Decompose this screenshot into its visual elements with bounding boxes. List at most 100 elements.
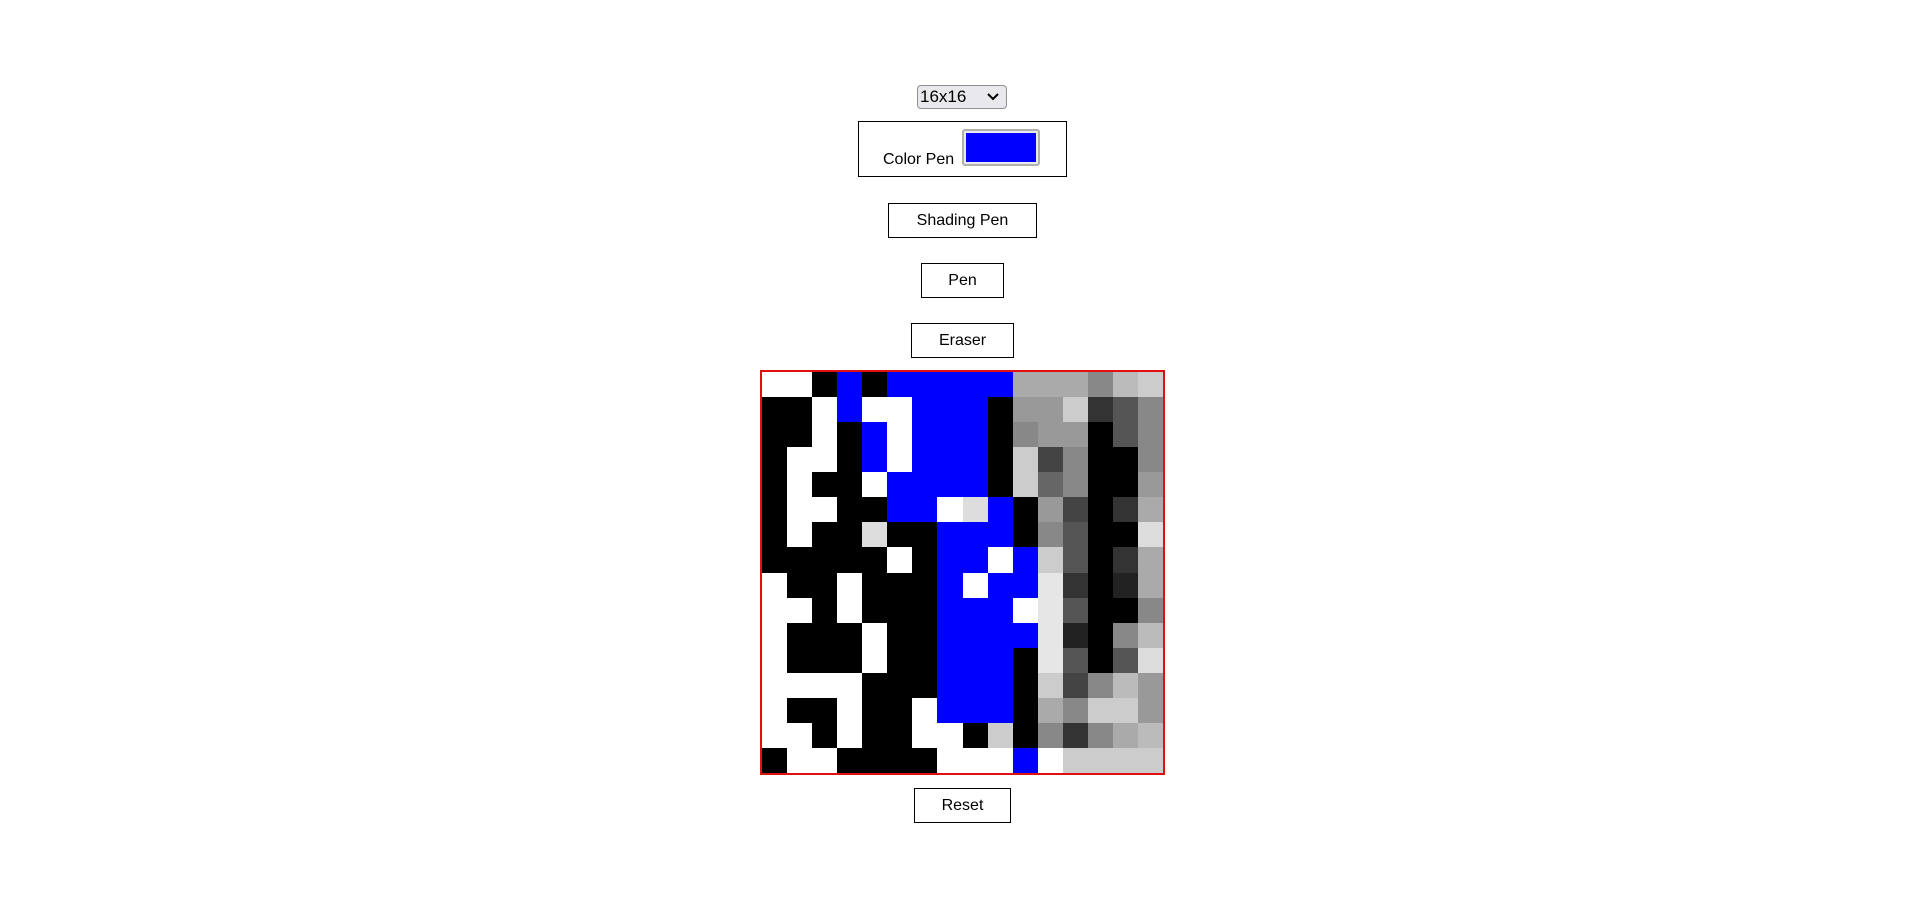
grid-cell[interactable] (812, 622, 838, 648)
grid-cell[interactable] (1037, 622, 1063, 648)
grid-cell[interactable] (1012, 572, 1038, 598)
grid-cell[interactable] (962, 622, 988, 648)
grid-cell[interactable] (1087, 522, 1113, 548)
grid-cell[interactable] (887, 472, 913, 498)
grid-cell[interactable] (762, 447, 788, 473)
grid-cell[interactable] (1012, 397, 1038, 423)
grid-cell[interactable] (862, 647, 888, 673)
grid-cell[interactable] (812, 722, 838, 748)
grid-cell[interactable] (1012, 647, 1038, 673)
grid-cell[interactable] (937, 472, 963, 498)
grid-cell[interactable] (937, 747, 963, 773)
grid-cell[interactable] (912, 647, 938, 673)
grid-cell[interactable] (1137, 722, 1163, 748)
grid-cell[interactable] (1087, 447, 1113, 473)
grid-cell[interactable] (837, 422, 863, 448)
grid-cell[interactable] (937, 697, 963, 723)
grid-cell[interactable] (1037, 447, 1063, 473)
grid-cell[interactable] (937, 372, 963, 398)
grid-cell[interactable] (787, 722, 813, 748)
grid-cell[interactable] (762, 647, 788, 673)
grid-cell[interactable] (812, 747, 838, 773)
grid-cell[interactable] (1137, 497, 1163, 523)
grid-cell[interactable] (1137, 472, 1163, 498)
grid-cell[interactable] (787, 522, 813, 548)
grid-cell[interactable] (937, 447, 963, 473)
grid-cell[interactable] (937, 422, 963, 448)
grid-cell[interactable] (1087, 697, 1113, 723)
grid-cell[interactable] (1137, 422, 1163, 448)
grid-cell[interactable] (862, 372, 888, 398)
grid-cell[interactable] (1062, 672, 1088, 698)
grid-cell[interactable] (1037, 497, 1063, 523)
grid-cell[interactable] (762, 622, 788, 648)
grid-cell[interactable] (1087, 572, 1113, 598)
grid-cell[interactable] (787, 397, 813, 423)
grid-cell[interactable] (1037, 697, 1063, 723)
grid-cell[interactable] (937, 622, 963, 648)
grid-cell[interactable] (987, 397, 1013, 423)
grid-cell[interactable] (762, 722, 788, 748)
grid-cell[interactable] (1037, 372, 1063, 398)
grid-cell[interactable] (812, 647, 838, 673)
grid-cell[interactable] (887, 697, 913, 723)
grid-cell[interactable] (887, 622, 913, 648)
grid-cell[interactable] (1037, 547, 1063, 573)
grid-cell[interactable] (812, 697, 838, 723)
grid-cell[interactable] (1087, 547, 1113, 573)
grid-cell[interactable] (887, 497, 913, 523)
grid-cell[interactable] (837, 672, 863, 698)
grid-cell[interactable] (1137, 447, 1163, 473)
grid-cell[interactable] (1062, 747, 1088, 773)
grid-cell[interactable] (1112, 672, 1138, 698)
grid-cell[interactable] (787, 672, 813, 698)
grid-cell[interactable] (1062, 447, 1088, 473)
grid-cell[interactable] (912, 747, 938, 773)
grid-cell[interactable] (1037, 422, 1063, 448)
grid-cell[interactable] (1062, 397, 1088, 423)
grid-cell[interactable] (862, 547, 888, 573)
grid-cell[interactable] (912, 422, 938, 448)
grid-cell[interactable] (787, 597, 813, 623)
grid-cell[interactable] (1137, 697, 1163, 723)
grid-cell[interactable] (962, 747, 988, 773)
grid-cell[interactable] (1037, 647, 1063, 673)
grid-cell[interactable] (837, 722, 863, 748)
grid-cell[interactable] (1137, 522, 1163, 548)
grid-cell[interactable] (887, 747, 913, 773)
grid-cell[interactable] (912, 672, 938, 698)
grid-cell[interactable] (1012, 747, 1038, 773)
grid-size-select[interactable]: 16x16 (917, 85, 1007, 109)
grid-cell[interactable] (937, 647, 963, 673)
grid-cell[interactable] (837, 522, 863, 548)
grid-cell[interactable] (862, 447, 888, 473)
grid-cell[interactable] (912, 397, 938, 423)
grid-cell[interactable] (937, 547, 963, 573)
grid-cell[interactable] (862, 472, 888, 498)
grid-cell[interactable] (937, 522, 963, 548)
grid-cell[interactable] (812, 397, 838, 423)
grid-cell[interactable] (1037, 672, 1063, 698)
grid-cell[interactable] (862, 497, 888, 523)
grid-cell[interactable] (1112, 497, 1138, 523)
grid-cell[interactable] (987, 572, 1013, 598)
grid-cell[interactable] (1012, 372, 1038, 398)
grid-cell[interactable] (837, 597, 863, 623)
grid-cell[interactable] (1087, 372, 1113, 398)
grid-cell[interactable] (1137, 647, 1163, 673)
color-pen-picker[interactable] (962, 129, 1040, 166)
grid-cell[interactable] (887, 647, 913, 673)
grid-cell[interactable] (987, 647, 1013, 673)
grid-cell[interactable] (1112, 372, 1138, 398)
grid-cell[interactable] (862, 747, 888, 773)
grid-cell[interactable] (1012, 472, 1038, 498)
grid-cell[interactable] (912, 622, 938, 648)
grid-cell[interactable] (762, 697, 788, 723)
grid-cell[interactable] (1012, 522, 1038, 548)
grid-cell[interactable] (1112, 747, 1138, 773)
grid-cell[interactable] (1062, 372, 1088, 398)
grid-cell[interactable] (1087, 647, 1113, 673)
grid-cell[interactable] (1137, 622, 1163, 648)
grid-cell[interactable] (987, 722, 1013, 748)
grid-cell[interactable] (912, 597, 938, 623)
